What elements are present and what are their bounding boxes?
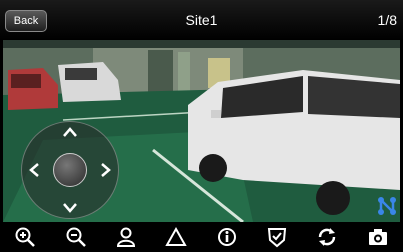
- refresh-icon[interactable]: [314, 224, 340, 250]
- zoom-in-icon[interactable]: [12, 224, 38, 250]
- layout-switch-icon[interactable]: [377, 196, 397, 216]
- snapshot-icon[interactable]: [365, 224, 391, 250]
- info-icon[interactable]: [214, 224, 240, 250]
- zoom-out-icon[interactable]: [63, 224, 89, 250]
- shield-check-icon[interactable]: [264, 224, 290, 250]
- ptz-joystick-knob[interactable]: [53, 153, 87, 187]
- page-indicator: 1/8: [377, 12, 397, 28]
- ptz-left-icon[interactable]: [25, 161, 43, 179]
- top-bar: Back Site1 1/8: [0, 0, 403, 40]
- ptz-up-icon[interactable]: [61, 123, 79, 141]
- warning-icon[interactable]: [163, 224, 189, 250]
- ptz-right-icon[interactable]: [97, 161, 115, 179]
- ptz-joystick[interactable]: [21, 121, 119, 219]
- person-icon[interactable]: [113, 224, 139, 250]
- bottom-toolbar: [0, 222, 403, 252]
- ptz-down-icon[interactable]: [61, 199, 79, 217]
- page-title: Site1: [185, 12, 218, 28]
